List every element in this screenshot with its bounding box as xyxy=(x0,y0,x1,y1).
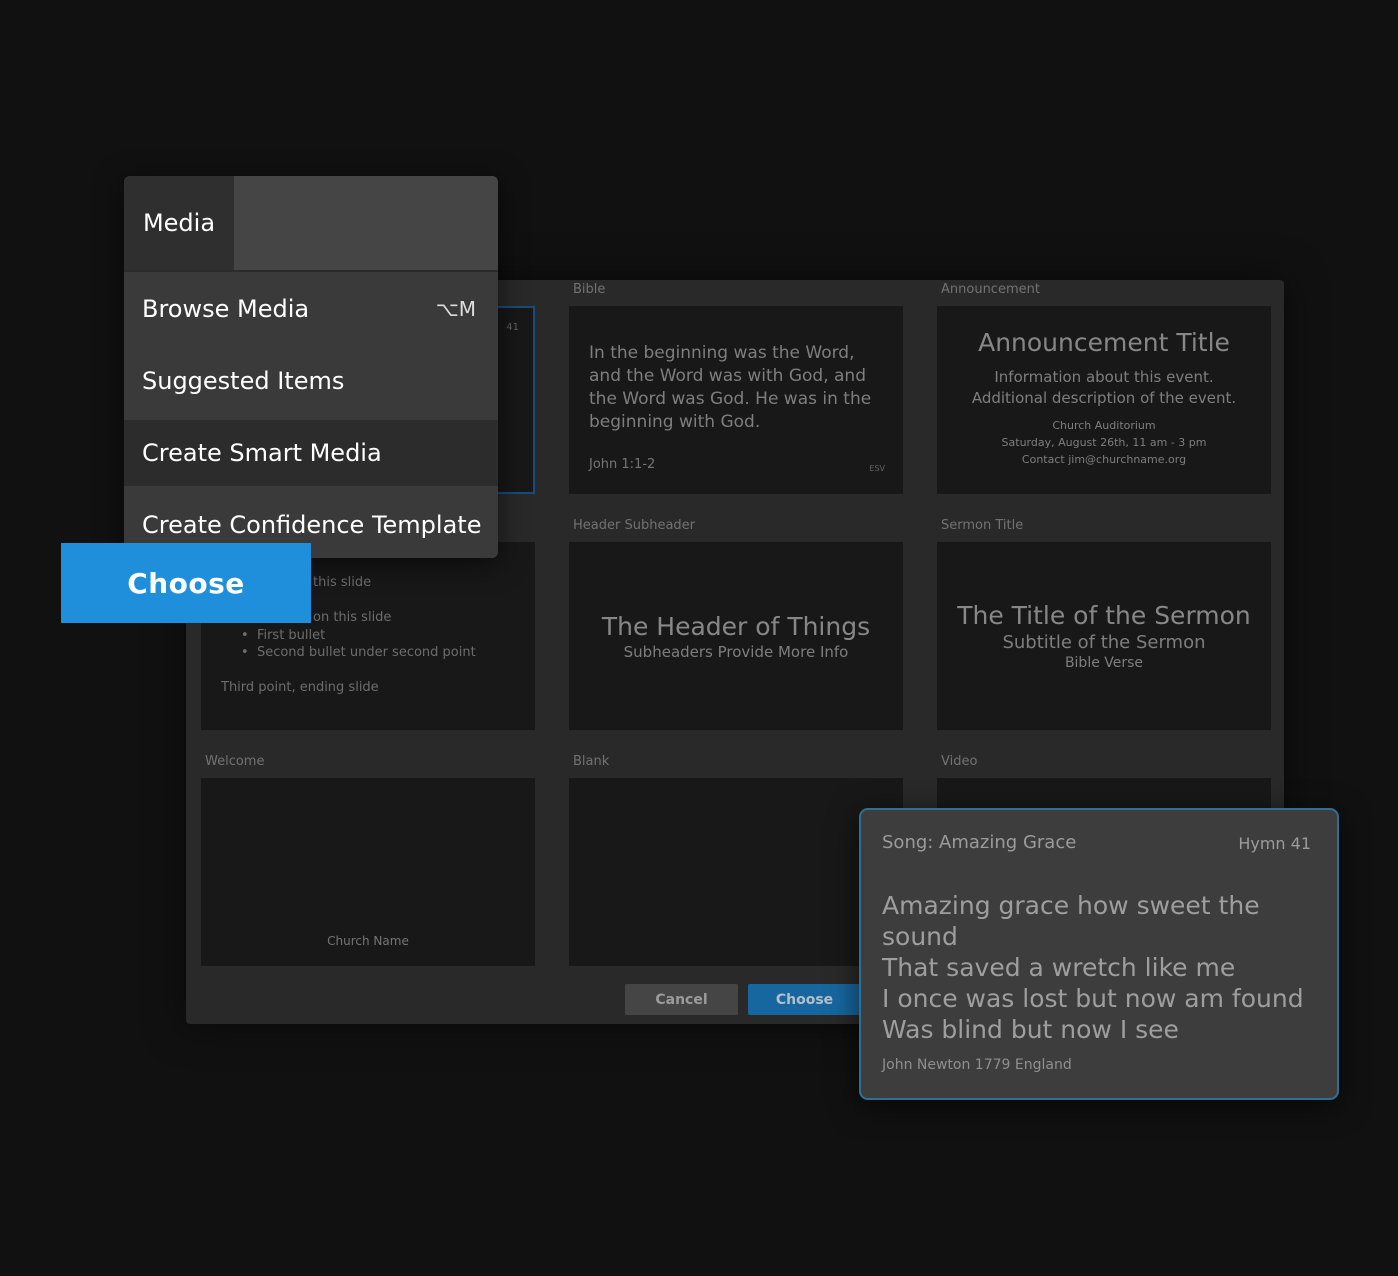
lyric-line: Was blind but now I see xyxy=(882,1015,1179,1044)
announcement-when: Saturday, August 26th, 11 am - 3 pm xyxy=(1001,436,1207,449)
template-label-header-subheader: Header Subheader xyxy=(573,518,696,533)
points-line-3: Third point, ending slide xyxy=(221,680,379,695)
menu-divider xyxy=(124,270,498,272)
points-line-2: on this slide xyxy=(313,610,392,625)
subheader-text: Subheaders Provide More Info xyxy=(623,642,849,661)
template-label-announcement: Announcement xyxy=(941,282,1040,297)
song-hymn-number: Hymn 41 xyxy=(1238,834,1311,853)
cancel-button[interactable]: Cancel xyxy=(625,984,738,1015)
lyric-line: Amazing grace how sweet the sound xyxy=(882,891,1260,951)
template-label-blank: Blank xyxy=(573,754,610,769)
bible-reference: John 1:1-2 xyxy=(589,457,656,472)
menu-item-label: Browse Media xyxy=(142,295,310,323)
template-label-sermon-title: Sermon Title xyxy=(941,518,1024,533)
menu-item-shortcut: ⌥M xyxy=(435,297,476,321)
announcement-info: Information about this event. xyxy=(994,368,1214,386)
points-bullet-1: • First bullet xyxy=(241,628,326,643)
template-thumb-blank[interactable] xyxy=(569,778,903,966)
sermon-subtitle-text: Subtitle of the Sermon xyxy=(1002,632,1206,653)
menu-item-label: Create Confidence Template xyxy=(142,511,482,539)
template-thumb-bible[interactable]: In the beginning was the Word, and the W… xyxy=(569,306,903,494)
song-title: Song: Amazing Grace xyxy=(882,832,1077,853)
template-song-badge: 41 xyxy=(506,322,519,333)
template-label-bible: Bible xyxy=(573,282,606,297)
song-card[interactable]: Song: Amazing Grace Hymn 41 Amazing grac… xyxy=(859,808,1339,1100)
template-thumb-announcement[interactable]: Announcement Title Information about thi… xyxy=(937,306,1271,494)
lyric-line: I once was lost but now am found xyxy=(882,984,1304,1013)
points-line-1: this slide xyxy=(313,575,372,590)
template-thumb-welcome[interactable]: Church Name xyxy=(201,778,535,966)
menu-item-label: Suggested Items xyxy=(142,367,345,395)
choose-button[interactable]: Choose xyxy=(61,543,311,623)
song-credit: John Newton 1779 England xyxy=(882,1057,1072,1073)
menu-item-suggested-items[interactable]: Suggested Items xyxy=(124,348,498,414)
announcement-title: Announcement Title xyxy=(978,328,1230,357)
sermon-title-text: The Title of the Sermon xyxy=(957,601,1251,630)
announcement-contact: Contact jim@churchname.org xyxy=(1021,453,1187,466)
announcement-description: Additional description of the event. xyxy=(971,389,1237,407)
bible-translation: ESV xyxy=(869,464,885,473)
tab-media[interactable]: Media xyxy=(124,176,234,270)
header-text: The Header of Things xyxy=(601,611,871,641)
template-thumb-header-subheader[interactable]: The Header of Things Subheaders Provide … xyxy=(569,542,903,730)
points-bullet-2: • Second bullet under second point xyxy=(241,645,476,660)
dialog-choose-button[interactable]: Choose xyxy=(748,984,861,1015)
sermon-verse-text: Bible Verse xyxy=(1064,655,1144,671)
announcement-location: Church Auditorium xyxy=(1052,419,1156,432)
menu-item-create-smart-media[interactable]: Create Smart Media xyxy=(124,420,498,486)
template-thumb-sermon-title[interactable]: The Title of the Sermon Subtitle of the … xyxy=(937,542,1271,730)
bible-verse-text: In the beginning was the Word, and the W… xyxy=(589,343,872,432)
welcome-church-name: Church Name xyxy=(327,934,409,948)
template-label-welcome: Welcome xyxy=(205,754,265,769)
media-menu: Media Browse Media ⌥M Suggested Items Cr… xyxy=(124,176,498,558)
menu-item-browse-media[interactable]: Browse Media ⌥M xyxy=(124,276,498,342)
lyric-line: That saved a wretch like me xyxy=(882,953,1236,982)
song-lyrics: Amazing grace how sweet the sound That s… xyxy=(882,890,1337,1045)
template-label-video: Video xyxy=(941,754,978,769)
menu-item-label: Create Smart Media xyxy=(142,439,382,467)
